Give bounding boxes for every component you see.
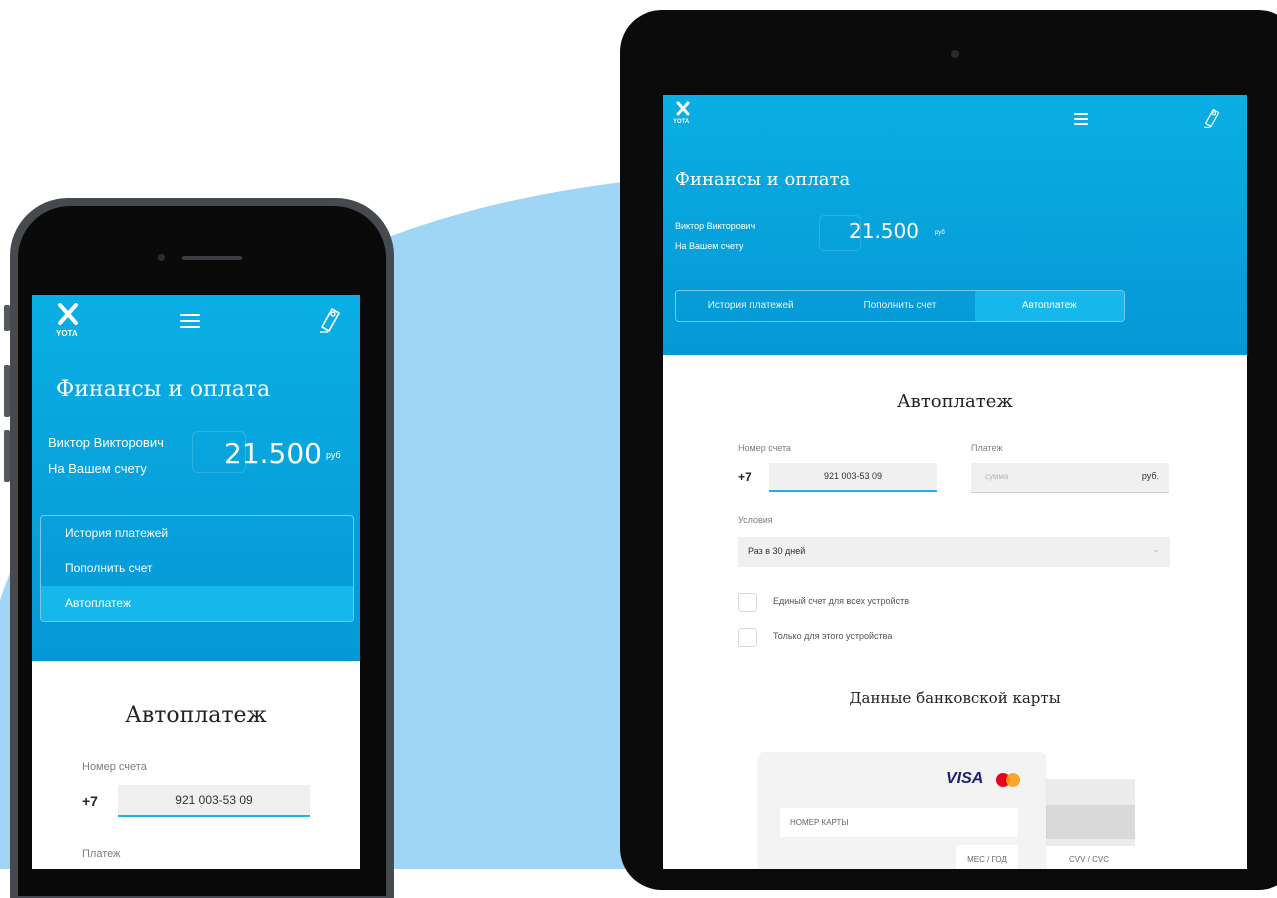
phone-camera <box>158 254 165 261</box>
phone-speaker <box>182 256 242 260</box>
card-number-input[interactable]: НОМЕР КАРТЫ <box>780 808 1018 837</box>
payment-label: Платеж <box>82 848 121 860</box>
conditions-value: Раз в 30 дней <box>748 546 806 556</box>
section-title: Автоплатеж <box>125 703 267 728</box>
balance-label: На Вашем счету <box>675 241 744 251</box>
user-name: Виктор Викторович <box>675 221 756 231</box>
logo-text: YOTA <box>673 119 690 125</box>
hamburger-menu-icon[interactable] <box>180 314 200 332</box>
payment-tabs: История платежей Пополнить счет Автоплат… <box>675 290 1125 322</box>
section-title: Автоплатеж <box>897 391 1013 412</box>
card-expiry-input[interactable]: МЕС / ГОД <box>956 845 1018 869</box>
visa-logo-icon: VISA <box>946 770 984 787</box>
tab-topup[interactable]: Пополнить счет <box>825 291 974 321</box>
account-number-input[interactable]: 921 003-53 09 <box>118 785 310 817</box>
account-label: Номер счета <box>738 443 792 453</box>
account-prefix: +7 <box>738 470 752 484</box>
user-name: Виктор Викторович <box>48 435 164 450</box>
balance-currency: руб <box>326 450 341 460</box>
checkbox-single-account[interactable] <box>738 593 757 612</box>
account-label: Номер счета <box>82 761 147 773</box>
conditions-label: Условия <box>738 515 773 525</box>
phone-volume-up <box>4 365 10 417</box>
card-back: CVV / CVC <box>1043 779 1135 869</box>
phone-volume-down <box>4 430 10 482</box>
balance-amount: 21.500 <box>849 219 919 243</box>
card-cvv-input[interactable]: CVV / CVC <box>1043 846 1135 869</box>
balance-label: На Вашем счету <box>48 461 147 476</box>
balance-currency: руб <box>935 230 945 236</box>
tablet-screen: YOTA Финансы и оплата Виктор Викторович … <box>663 95 1247 869</box>
card-magnetic-strip <box>1043 805 1135 839</box>
checkbox-this-device[interactable] <box>738 628 757 647</box>
balance-amount: 21.500 <box>224 437 322 470</box>
yota-logo-icon[interactable]: YOTA <box>56 303 80 338</box>
payment-tabs: История платежей Пополнить счет Автоплат… <box>40 515 354 622</box>
card-section-title: Данные банковской карты <box>849 689 1061 707</box>
tab-autopay[interactable]: Автоплатеж <box>974 291 1124 321</box>
tab-history[interactable]: История платежей <box>41 516 353 551</box>
hamburger-menu-icon[interactable] <box>1074 113 1088 129</box>
account-number-input[interactable]: 921 003-53 09 <box>769 463 937 492</box>
tab-topup[interactable]: Пополнить счет <box>41 551 353 586</box>
conditions-select[interactable]: Раз в 30 дней ⌄ <box>738 537 1170 567</box>
wallet-icon[interactable] <box>316 305 342 340</box>
phone-screen: YOTA Финансы и оплата Виктор Викторович … <box>32 295 360 869</box>
mastercard-logo-icon <box>994 772 1022 793</box>
payment-label: Платеж <box>971 443 1003 453</box>
card-front: VISA НОМЕР КАРТЫ МЕС / ГОД <box>758 752 1046 869</box>
tablet-header: YOTA Финансы и оплата Виктор Викторович … <box>663 95 1247 355</box>
logo-text: YOTA <box>56 329 78 338</box>
phone-mute-switch <box>4 305 10 331</box>
payment-amount-placeholder: сумма <box>985 472 1009 481</box>
chevron-down-icon: ⌄ <box>1152 544 1160 554</box>
wallet-icon[interactable] <box>1201 105 1221 136</box>
tab-history[interactable]: История платежей <box>676 291 825 321</box>
checkbox-this-device-label: Только для этого устройства <box>773 631 893 641</box>
tablet-camera <box>951 50 959 58</box>
page-title: Финансы и оплата <box>56 377 271 402</box>
payment-currency: руб. <box>1141 471 1159 481</box>
payment-amount-input[interactable]: сумма руб. <box>971 463 1169 493</box>
tab-autopay[interactable]: Автоплатеж <box>41 586 353 621</box>
checkbox-single-account-label: Единый счет для всех устройств <box>773 596 909 606</box>
account-prefix: +7 <box>82 793 98 809</box>
phone-header: YOTA Финансы и оплата Виктор Викторович … <box>32 295 360 661</box>
page-title: Финансы и оплата <box>675 169 851 190</box>
yota-logo-icon[interactable]: YOTA <box>673 101 691 125</box>
